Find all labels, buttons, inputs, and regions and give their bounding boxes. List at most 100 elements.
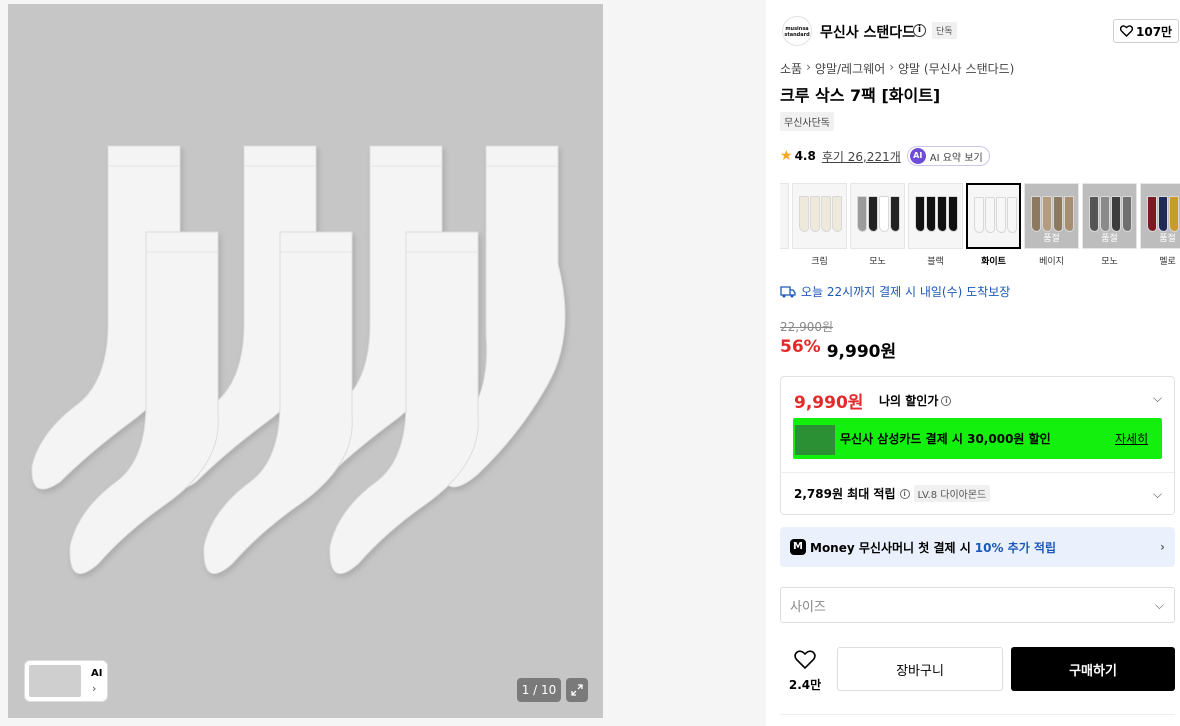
rating-score: 4.8 (794, 149, 816, 163)
ai-summary-label: AI 요약 보기 (929, 152, 983, 164)
points-row[interactable]: 2,789원 최대 적립 i LV.8 다이아몬드 (794, 485, 991, 502)
ai-thumbnail-button[interactable]: AI › (24, 660, 108, 702)
ai-summary-button[interactable]: AI AI 요약 보기 (906, 146, 990, 166)
soldout-badge: 품절 (1159, 234, 1176, 244)
color-option[interactable] (966, 183, 1021, 249)
color-option-label: 블랙 (927, 257, 944, 267)
brand-exclusive-tag: 단독 (932, 22, 957, 39)
color-option-list: 베이 크림 모노 블랙 화이트 품절베이지 품절모노 품절멜로 (780, 183, 1180, 269)
heart-icon (1120, 25, 1133, 37)
my-discount-label-text: 나의 할인가 (879, 394, 939, 408)
color-option-label: 화이트 (981, 257, 1006, 267)
color-option-image (1031, 196, 1074, 232)
sock-shape (1031, 196, 1041, 232)
sock-shape (1147, 196, 1157, 232)
sock-shape (1053, 196, 1063, 232)
chevron-right-icon: › (1160, 540, 1165, 554)
brand-like-count: 107만 (1136, 24, 1173, 39)
color-option[interactable] (780, 183, 789, 249)
sock-shape (974, 197, 984, 233)
brand-logo[interactable]: musinsa standard (782, 16, 812, 46)
sock-shape (1064, 196, 1074, 232)
breadcrumb-item[interactable]: 양말/레그웨어 (815, 60, 885, 77)
review-count-link[interactable]: 후기 26,221개 (822, 148, 901, 165)
color-option-label: 모노 (1101, 257, 1118, 267)
info-icon[interactable]: i (899, 488, 910, 499)
color-option[interactable]: 품절 (1024, 183, 1079, 249)
wishlist-button[interactable]: 2.4만 (780, 650, 830, 693)
color-option-label: 베이지 (1039, 257, 1064, 267)
add-to-cart-button[interactable]: 장바구니 (837, 647, 1003, 691)
sock-shape (1169, 196, 1179, 232)
color-option-label: 베이 (780, 254, 789, 267)
points-text: 2,789원 최대 적립 (794, 487, 896, 501)
chevron-right-icon: › (889, 60, 895, 74)
color-option-image (915, 196, 958, 232)
chevron-down-icon: ⌵ (1154, 597, 1164, 612)
color-option[interactable]: 품절 (1140, 183, 1180, 249)
money-highlight: 10% 추가 적립 (974, 540, 1057, 555)
sock-shape (1158, 196, 1168, 232)
expand-icon[interactable] (566, 678, 588, 702)
sock-shape (799, 196, 809, 232)
star-icon: ★ (780, 148, 793, 164)
money-icon: M (790, 539, 806, 555)
sock-shape (915, 196, 925, 232)
thumbnail-image (27, 663, 83, 699)
truck-icon (780, 285, 796, 297)
soldout-badge: 품절 (1043, 234, 1060, 244)
sock-shape (868, 196, 878, 232)
my-discount-label: 나의 할인가 i (879, 392, 952, 409)
delivery-info: 오늘 22시까지 결제 시 내일(수) 도착보장 (780, 283, 1010, 300)
main-product-image[interactable] (8, 4, 603, 718)
breadcrumb-item[interactable]: 양말 (무신사 스탠다드) (898, 60, 1014, 77)
brand-name[interactable]: 무신사 스탠다드 (820, 22, 915, 42)
sock-shape (937, 196, 947, 232)
image-counter: 1 / 10 (517, 678, 561, 702)
musinsa-money-banner[interactable]: M Money 무신사머니 첫 결제 시 10% 추가 적립 › (780, 527, 1175, 567)
sock-shape (1007, 197, 1017, 233)
buy-now-button[interactable]: 구매하기 (1011, 647, 1175, 691)
sock-shape (1089, 196, 1099, 232)
discount-rate: 56% (780, 337, 821, 357)
sock-shape (985, 197, 995, 233)
color-option-image (1089, 196, 1132, 232)
sale-price: 9,990원 (826, 342, 897, 362)
breadcrumb-item[interactable]: 소품 (780, 60, 802, 77)
info-icon[interactable]: i (941, 395, 952, 406)
color-option[interactable] (792, 183, 847, 249)
brand-like-button[interactable]: 107만 (1113, 19, 1180, 43)
chevron-down-icon[interactable]: ⌵ (1153, 391, 1162, 406)
sock-shape (1122, 196, 1132, 232)
breadcrumb: 소품 › 양말/레그웨어 › 양말 (무신사 스탠다드) (780, 60, 1014, 77)
wishlist-count: 2.4만 (788, 678, 822, 692)
divider (780, 714, 1175, 715)
delivery-text: 오늘 22시까지 결제 시 내일(수) 도착보장 (801, 285, 1011, 299)
color-option[interactable] (850, 183, 905, 249)
benefit-box: 9,990원 나의 할인가 i ⌵ 무신사 삼성카드 결제 시 30,000원 … (780, 376, 1175, 515)
info-icon[interactable]: i (913, 24, 926, 37)
money-label: Money 무신사머니 첫 결제 시 (810, 540, 971, 555)
gallery-area: AI › 1 / 10 (0, 0, 766, 726)
card-promo-detail-link[interactable]: 자세히 (1115, 430, 1148, 447)
color-option[interactable] (908, 183, 963, 249)
color-option-label: 크림 (811, 257, 828, 267)
sock-shape (832, 196, 842, 232)
soldout-badge: 품절 (1101, 234, 1118, 244)
ai-thumbnail-label: AI (91, 668, 103, 679)
ai-icon: AI (909, 148, 926, 164)
card-promo-image (795, 425, 835, 455)
chevron-right-icon: › (92, 682, 97, 695)
size-select[interactable]: 사이즈 ⌵ (780, 587, 1175, 623)
socks-illustration (31, 145, 566, 575)
chevron-right-icon: › (806, 60, 811, 74)
sock-shape (857, 196, 867, 232)
heart-icon (794, 650, 816, 670)
card-promo-banner[interactable]: 무신사 삼성카드 결제 시 30,000원 할인 자세히 (793, 418, 1162, 459)
chevron-down-icon[interactable]: ⌵ (1153, 487, 1162, 502)
divider (781, 472, 1174, 473)
color-option[interactable]: 품절 (1082, 183, 1137, 249)
sock-shape (1111, 196, 1121, 232)
sock-shape (821, 196, 831, 232)
color-option-image (974, 197, 1017, 233)
